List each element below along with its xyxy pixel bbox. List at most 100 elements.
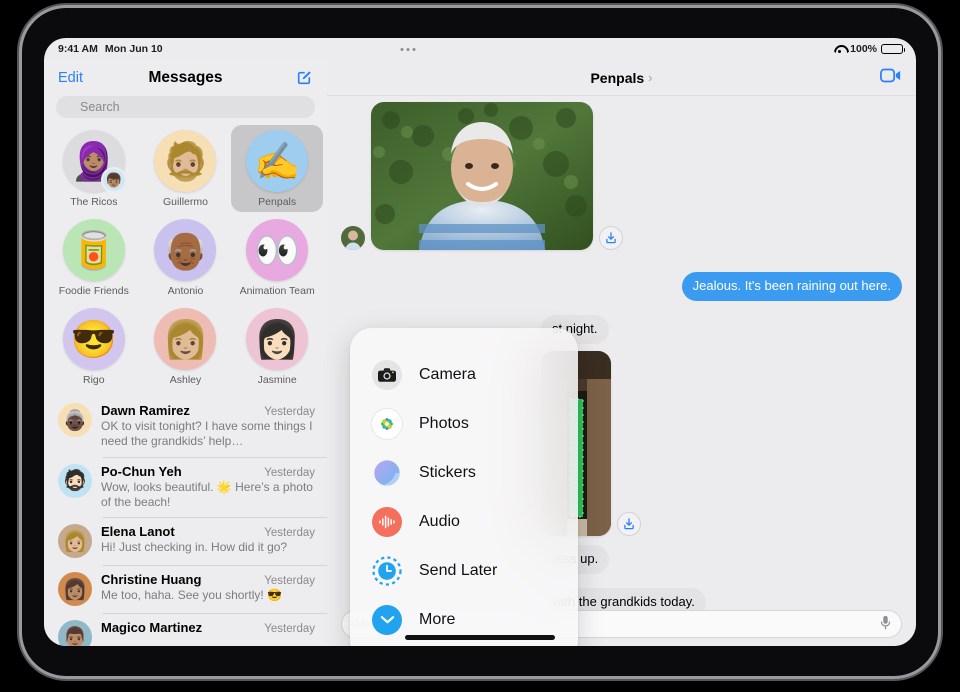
message-bubble-outgoing[interactable]: Jealous. It's been raining out here. — [681, 272, 902, 301]
avatar-glyph: 🧔🏻 — [62, 470, 88, 493]
search-container: Search — [44, 96, 327, 118]
avatar-glyph: 👨🏽 — [62, 626, 88, 646]
avatar-glyph: 😎 — [70, 318, 117, 360]
avatar-glyph: 👩🏼 — [62, 530, 88, 553]
search-input[interactable]: Search — [56, 96, 315, 118]
avatar: 👩🏽 — [58, 572, 92, 607]
avatar: 👵🏿 — [58, 403, 92, 437]
avatar: 🥫 — [62, 219, 125, 281]
pinned-conversation-label: Penpals — [258, 196, 297, 208]
multitasking-ellipsis-icon[interactable] — [400, 47, 416, 51]
conversation-name: Po-Chun Yeh — [101, 463, 182, 479]
pinned-conversation-label: Animation Team — [239, 285, 315, 297]
conversation-timestamp: Yesterday — [264, 406, 315, 418]
photo-attachment[interactable] — [371, 102, 593, 250]
avatar: 😎 — [62, 308, 125, 370]
avatar-glyph: 👩🏼 — [162, 318, 209, 360]
menu-item-label: Send Later — [419, 561, 498, 579]
avatar: 👩🏼 — [154, 308, 217, 370]
wifi-icon — [833, 44, 846, 54]
pinned-conversation-ashley[interactable]: 👩🏼 Ashley — [140, 303, 232, 390]
menu-item-camera[interactable]: Camera — [350, 350, 578, 399]
compose-message-icon[interactable] — [295, 69, 313, 87]
status-time: 9:41 AM — [58, 43, 98, 55]
pinned-conversation-label: Jasmine — [257, 374, 297, 386]
list-item[interactable]: 👨🏽 Magico Martinez Yesterday — [44, 613, 327, 646]
avatar: 🧕🏽 👦🏽 — [62, 130, 127, 193]
menu-item-send-later[interactable]: Send Later — [350, 546, 578, 595]
pinned-conversation-label: The Ricos — [70, 196, 118, 208]
audio-waveform-icon — [372, 506, 402, 537]
conversation-title-label: Penpals — [590, 69, 645, 86]
avatar: 🧔🏼 — [154, 130, 217, 192]
save-to-photos-icon[interactable] — [617, 511, 641, 536]
camera-icon — [372, 359, 402, 390]
list-item[interactable]: 👵🏿 Dawn Ramirez Yesterday OK to visit to… — [44, 396, 327, 457]
avatar — [341, 226, 365, 250]
pinned-conversation-label: Guillermo — [163, 196, 208, 208]
conversation-title[interactable]: Penpals › — [590, 70, 652, 86]
more-chevron-down-icon — [372, 604, 402, 635]
conversation-navbar: Penpals › — [327, 60, 916, 96]
imessage-apps-menu: Camera Photos Stickers Audio Send Later … — [350, 328, 578, 646]
avatar-glyph: 👵🏿 — [62, 409, 88, 432]
pinned-conversation-the-ricos[interactable]: 🧕🏽 👦🏽 The Ricos — [48, 125, 140, 212]
list-item[interactable]: 👩🏽 Christine Huang Yesterday Me too, hah… — [44, 565, 327, 613]
conversation-preview: OK to visit tonight? I have some things … — [101, 419, 313, 449]
save-to-photos-icon[interactable] — [599, 226, 623, 250]
list-item[interactable]: 👩🏼 Elena Lanot Yesterday Hi! Just checki… — [44, 517, 327, 565]
home-indicator[interactable] — [405, 635, 555, 640]
avatar: 👨🏽 — [58, 620, 92, 646]
avatar: ✍️ — [246, 130, 309, 192]
ipad-device-frame: 9:41 AM Mon Jun 10 100% Edit Messages Se… — [22, 8, 938, 676]
avatar-glyph: 🥫 — [70, 229, 117, 271]
avatar: 👀 — [246, 219, 309, 281]
pinned-conversation-animation-team[interactable]: 👀 Animation Team — [231, 214, 323, 301]
menu-item-audio[interactable]: Audio — [350, 497, 578, 546]
pinned-conversation-label: Foodie Friends — [58, 285, 129, 297]
avatar-glyph: 👩🏽 — [62, 578, 88, 601]
avatar-glyph: 👩🏻 — [254, 318, 301, 360]
avatar: 🧔🏻 — [58, 463, 92, 498]
conversation-name: Christine Huang — [101, 572, 202, 588]
conversation-timestamp: Yesterday — [264, 623, 315, 636]
avatar: 👩🏻 — [246, 308, 309, 370]
pinned-conversation-penpals[interactable]: ✍️ Penpals — [231, 125, 323, 212]
menu-item-label: Audio — [419, 512, 460, 530]
conversation-timestamp: Yesterday — [264, 527, 315, 540]
avatar-glyph: 👴🏾 — [162, 229, 209, 271]
menu-item-label: Photos — [419, 414, 469, 432]
menu-item-label: Camera — [419, 365, 476, 383]
conversation-preview: Me too, haha. See you shortly! 😎 — [101, 588, 283, 603]
pinned-conversation-jasmine[interactable]: 👩🏻 Jasmine — [231, 303, 323, 390]
conversation-name: Magico Martinez — [101, 620, 203, 636]
ipad-screen: 9:41 AM Mon Jun 10 100% Edit Messages Se… — [44, 38, 916, 646]
message-row — [541, 350, 902, 536]
conversation-name: Dawn Ramirez — [101, 403, 190, 418]
pinned-conversation-label: Rigo — [83, 374, 105, 386]
pinned-conversation-label: Ashley — [169, 374, 202, 386]
pinned-conversation-antonio[interactable]: 👴🏾 Antonio — [140, 214, 232, 301]
microphone-icon[interactable] — [880, 615, 891, 633]
pinned-conversation-foodie-friends[interactable]: 🥫 Foodie Friends — [48, 214, 140, 301]
pinned-conversation-label: Antonio — [167, 285, 204, 297]
conversation-preview: Hi! Just checking in. How did it go? — [101, 540, 288, 555]
page-title: Messages — [148, 69, 223, 86]
stickers-icon — [372, 458, 402, 488]
menu-item-photos[interactable]: Photos — [350, 399, 578, 448]
message-row — [341, 102, 902, 250]
status-bar: 9:41 AM Mon Jun 10 100% — [44, 38, 916, 60]
avatar: 👴🏾 — [154, 219, 217, 281]
status-bar-right: 100% — [833, 43, 906, 55]
pinned-conversation-guillermo[interactable]: 🧔🏼 Guillermo — [140, 125, 232, 212]
list-item[interactable]: 🧔🏻 Po-Chun Yeh Yesterday Wow, looks beau… — [44, 456, 327, 518]
status-date: Mon Jun 10 — [104, 43, 163, 55]
conversation-name: Elena Lanot — [101, 524, 175, 540]
menu-item-stickers[interactable]: Stickers — [350, 448, 578, 497]
avatar-glyph: 🧔🏼 — [162, 140, 209, 182]
pinned-conversation-rigo[interactable]: 😎 Rigo — [48, 303, 140, 390]
photos-icon — [372, 408, 402, 439]
facetime-video-icon[interactable] — [880, 68, 902, 88]
chevron-right-icon: › — [648, 70, 653, 85]
edit-button[interactable]: Edit — [58, 70, 83, 86]
